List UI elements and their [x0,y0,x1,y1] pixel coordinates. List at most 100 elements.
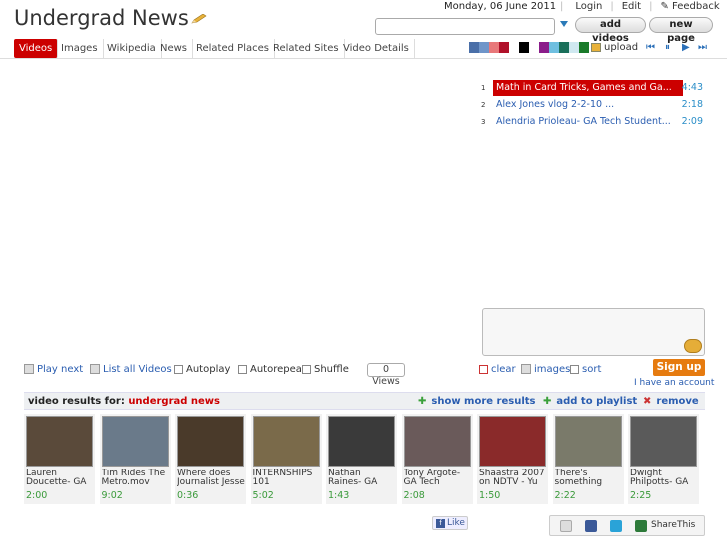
video-caption[interactable]: INTERNSHIPS 101 [253,469,321,489]
color-swatch[interactable] [499,42,509,53]
tab-wikipedia[interactable]: Wikipedia [102,39,162,58]
video-caption[interactable]: Nathan Raines- GA [328,469,396,489]
comment-input[interactable] [482,308,705,356]
shuffle-label: Shuffle [314,364,349,375]
color-swatch[interactable] [509,42,519,53]
twitter-icon[interactable] [610,520,622,532]
add-to-playlist-button[interactable]: ✚ add to playlist [543,396,637,407]
video-caption[interactable]: Dwight Philpotts- GA [630,469,698,489]
video-thumbnail[interactable]: Tim Rides The Metro.mov 9:02 [99,414,171,504]
sharethis-icon[interactable] [635,520,647,532]
playlist-number: 1 [481,84,486,92]
tab-images[interactable]: Images [56,39,104,58]
playlist-item[interactable]: 2 Alex Jones vlog 2-2-10 ... 2:18 [481,97,703,113]
upload-button[interactable]: upload [591,42,638,53]
color-swatch[interactable] [549,42,559,53]
remove-label: remove [656,396,699,407]
playlist-title[interactable]: Alendria Prioleau- GA Tech Student... [493,114,683,130]
video-caption[interactable]: Tony Argote- GA Tech [404,469,472,489]
images-button[interactable]: images [521,364,570,375]
color-swatch[interactable] [479,42,489,53]
color-swatch[interactable] [539,42,549,53]
playlist: 1 Math in Card Tricks, Games and Ga... 4… [481,80,703,131]
tab-related-sites[interactable]: Related Sites [268,39,345,58]
playlist-number: 3 [481,118,486,126]
thumbnail-image[interactable] [177,416,244,467]
thumbnail-image[interactable] [252,416,320,467]
edit-link[interactable]: Edit [622,1,641,12]
feedback-link[interactable]: ✎ Feedback [660,1,719,12]
playlist-title[interactable]: Math in Card Tricks, Games and Ga... [493,80,683,96]
playlist-item[interactable]: 1 Math in Card Tricks, Games and Ga... 4… [481,80,703,96]
color-swatch[interactable] [489,42,499,53]
autorepeat-checkbox[interactable]: Autorepeat [238,364,306,375]
site-title[interactable]: Undergrad News [14,6,207,30]
pause-icon[interactable]: ⏸ [665,42,670,53]
tab-video-details[interactable]: Video Details [338,39,415,58]
search-input[interactable] [375,18,555,35]
send-mail-icon[interactable] [684,339,702,353]
autoplay-checkbox[interactable]: Autoplay [174,364,230,375]
shuffle-checkbox[interactable]: Shuffle [302,364,349,375]
video-caption[interactable]: Shaastra 2007 on NDTV - Yu [479,469,547,489]
autorepeat-label: Autorepeat [250,364,306,375]
sort-button[interactable]: sort [570,364,601,375]
add-videos-button[interactable]: add videos [575,17,646,44]
color-swatch[interactable] [469,42,479,53]
facebook-icon[interactable] [585,520,597,532]
new-page-button[interactable]: new page [649,17,713,44]
play-icon[interactable]: ▶ [682,42,690,53]
email-icon[interactable] [560,520,572,532]
fast-forward-icon[interactable]: ⏭ [698,42,707,53]
video-thumbnail[interactable]: INTERNSHIPS 101 5:02 [250,414,322,504]
video-thumbnail[interactable]: Dwight Philpotts- GA 2:25 [628,414,699,504]
autoplay-label: Autoplay [186,364,231,375]
thumbnail-image[interactable] [554,416,622,467]
video-caption[interactable]: There's something [555,469,623,489]
playlist-item[interactable]: 3 Alendria Prioleau- GA Tech Student... … [481,114,703,130]
tab-videos[interactable]: Videos [14,39,59,58]
video-caption[interactable]: Where does Journalist Jesse [177,469,245,489]
video-caption[interactable]: Lauren Doucette- GA [26,469,94,489]
clear-button[interactable]: clear [479,364,516,375]
color-swatch[interactable] [519,42,529,53]
thumbnail-image[interactable] [403,416,471,467]
color-swatch[interactable] [529,42,539,53]
clear-label: clear [491,364,516,375]
rewind-icon[interactable]: ⏮ [646,42,655,53]
video-duration: 2:25 [630,490,652,501]
pencil-icon[interactable] [191,14,207,24]
thumbnail-image[interactable] [630,416,697,467]
sign-up-button[interactable]: Sign up [653,359,705,376]
checkbox[interactable] [174,364,183,374]
chevron-down-icon[interactable] [560,21,568,27]
remove-button[interactable]: ✖ remove [643,396,699,407]
video-caption[interactable]: Tim Rides The Metro.mov [102,469,170,489]
color-swatch[interactable] [559,42,569,53]
tab-related-places[interactable]: Related Places [191,39,275,58]
add-to-playlist-label: add to playlist [556,396,638,407]
have-account-link[interactable]: I have an account [634,378,714,388]
playlist-title[interactable]: Alex Jones vlog 2-2-10 ... [493,97,683,113]
video-thumbnail[interactable]: There's something 2:22 [552,414,624,504]
video-thumbnail[interactable]: Tony Argote- GA Tech 2:08 [401,414,473,504]
show-more-results-button[interactable]: ✚ show more results [418,396,535,407]
thumbnail-image[interactable] [26,416,93,467]
list-all-videos-button[interactable]: List all Videos [90,364,172,375]
facebook-like-button[interactable]: f Like [432,516,468,530]
thumbnail-image[interactable] [328,416,395,467]
video-thumbnail[interactable]: Where does Journalist Jesse 0:36 [175,414,246,504]
login-link[interactable]: Login [575,1,602,12]
play-next-button[interactable]: Play next [24,364,83,375]
thumbnail-image[interactable] [479,416,546,467]
sharethis-label[interactable]: ShareThis [651,520,695,530]
checkbox[interactable] [302,364,311,374]
checkbox[interactable] [238,364,247,374]
video-thumbnail[interactable]: Lauren Doucette- GA 2:00 [24,414,95,504]
video-thumbnail[interactable]: Shaastra 2007 on NDTV - Yu 1:50 [477,414,548,504]
color-swatch[interactable] [579,42,589,53]
thumbnail-image[interactable] [101,416,169,467]
video-thumbnail[interactable]: Nathan Raines- GA 1:43 [326,414,397,504]
tab-news[interactable]: News [155,39,194,58]
color-swatch[interactable] [569,42,579,53]
